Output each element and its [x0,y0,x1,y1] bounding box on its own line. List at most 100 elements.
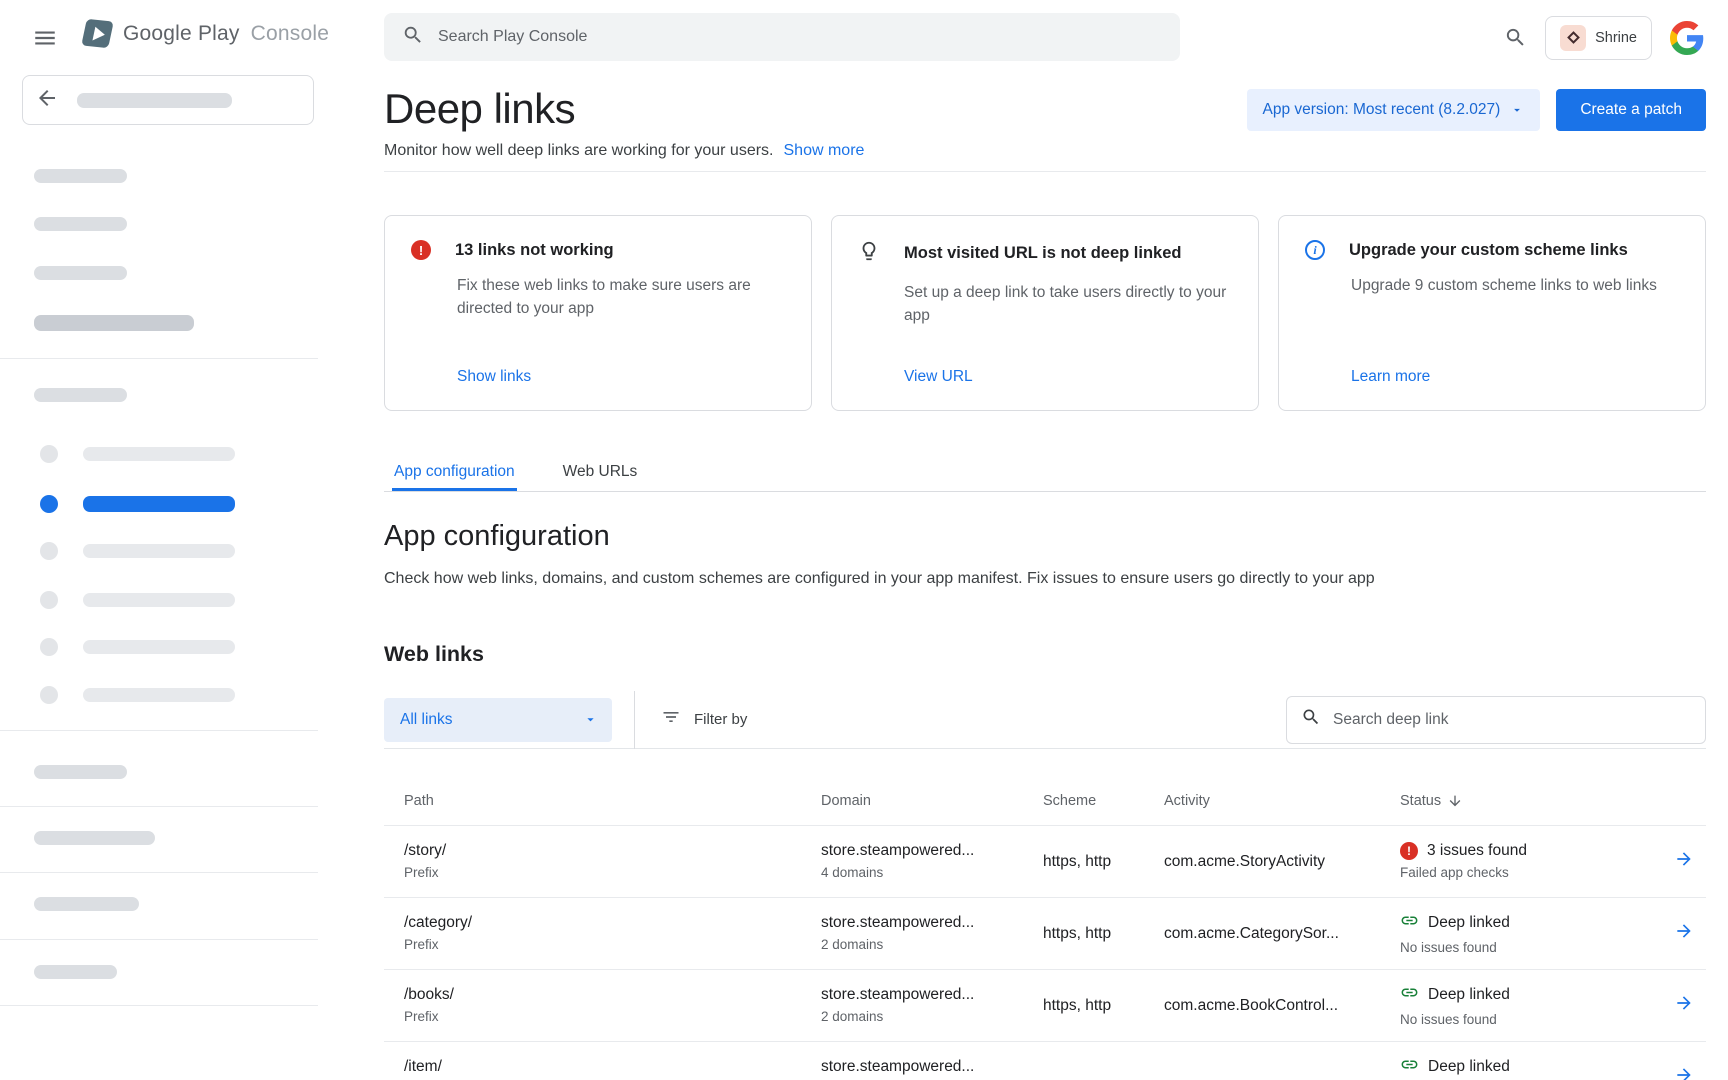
sidebar-skeleton-bar [34,169,127,183]
sidebar-divider [0,872,318,873]
column-header-path: Path [384,793,821,809]
domain-value: store.steampowered... [821,842,1043,860]
back-button[interactable] [22,75,314,125]
table-row[interactable]: /category/ Prefix store.steampowered... … [384,898,1706,970]
section-description: Check how web links, domains, and custom… [384,570,1706,588]
error-icon: ! [411,240,431,260]
toolbar-divider [634,691,635,749]
sidebar-item-icon [40,638,58,656]
google-account-avatar[interactable] [1670,21,1704,55]
card-body: Fix these web links to make sure users a… [457,274,787,320]
path-type: Prefix [404,865,821,882]
page-header: Deep links Monitor how well deep links a… [384,75,1706,172]
card-upgrade-scheme-links: i Upgrade your custom scheme links Upgra… [1278,215,1706,411]
activity-value: com.acme.StoryActivity [1164,853,1400,871]
scheme-value: https, http [1043,997,1164,1015]
arrow-forward-icon[interactable] [1674,993,1694,1018]
table-row[interactable]: /item/ store.steampowered... Deep linked [384,1042,1706,1080]
error-icon: ! [1400,842,1418,860]
link-icon [1400,1055,1419,1079]
column-header-domain: Domain [821,793,1043,809]
tab-web-urls[interactable]: Web URLs [561,456,640,491]
sidebar-skeleton-bar [34,388,127,402]
play-console-app: Google Play Console Shrine [0,0,1728,1080]
card-most-visited-url: Most visited URL is not deep linked Set … [831,215,1259,411]
link-icon [1400,911,1419,935]
lightbulb-icon [858,240,880,267]
domain-count: 4 domains [821,865,1043,882]
card-body: Set up a deep link to take users directl… [904,281,1234,327]
status-detail: No issues found [1400,940,1646,957]
column-header-activity: Activity [1164,793,1400,809]
filter-by-label: Filter by [694,711,747,728]
activity-value: com.acme.CategorySor... [1164,925,1400,943]
info-icon: i [1305,240,1325,260]
logo-text-secondary: Console [251,22,329,45]
play-logo-icon [81,19,113,48]
domain-value: store.steampowered... [821,914,1043,932]
sidebar-item-icon [40,445,58,463]
app-selector-chip[interactable]: Shrine [1545,16,1652,60]
page-subtitle: Monitor how well deep links are working … [384,139,774,163]
sidebar-skeleton-bar [83,544,235,558]
domain-count: 2 domains [821,937,1043,954]
arrow-forward-icon[interactable] [1674,1065,1694,1080]
sidebar-skeleton-bar [34,765,127,779]
topbar-actions: Shrine [1504,0,1704,75]
caret-down-icon [1510,103,1524,117]
path-type: Prefix [404,937,821,954]
sidebar-skeleton-bar [34,217,127,231]
web-links-table: Path Domain Scheme Activity Status /stor… [384,749,1706,1080]
activity-value: com.acme.BookControl... [1164,997,1400,1015]
card-body: Upgrade 9 custom scheme links to web lin… [1351,274,1681,297]
arrow-forward-icon[interactable] [1674,921,1694,946]
show-more-link[interactable]: Show more [784,139,865,163]
deep-link-search[interactable] [1286,696,1706,744]
deep-link-search-input[interactable] [1333,711,1691,729]
sidebar-divider [0,806,318,807]
header-actions: App version: Most recent (8.2.027) Creat… [1247,89,1706,131]
search-icon [402,24,424,51]
sort-descending-icon [1447,793,1463,809]
topbar: Google Play Console Shrine [0,0,1728,75]
links-filter-dropdown[interactable]: All links [384,698,612,742]
global-search[interactable] [384,13,1180,61]
scheme-value: https, http [1043,925,1164,943]
tab-app-configuration[interactable]: App configuration [392,456,517,491]
show-links-link[interactable]: Show links [457,368,787,386]
sidebar [0,75,318,1080]
search-icon-button[interactable] [1504,26,1527,49]
sidebar-skeleton-bar [77,93,232,108]
card-title: Upgrade your custom scheme links [1349,241,1628,260]
scheme-value: https, http [1043,853,1164,871]
learn-more-link[interactable]: Learn more [1351,368,1681,386]
menu-icon[interactable] [32,25,58,51]
global-search-input[interactable] [438,28,1162,46]
create-patch-button[interactable]: Create a patch [1556,89,1706,131]
sidebar-divider [0,1005,318,1006]
arrow-forward-icon[interactable] [1674,849,1694,874]
logo-text-primary: Google Play [123,22,240,45]
column-header-status[interactable]: Status [1400,793,1646,809]
main-content: Deep links Monitor how well deep links a… [384,75,1706,1080]
sidebar-skeleton-bar [34,831,155,845]
path-value: /books/ [404,986,821,1004]
sidebar-skeleton-bar [83,640,235,654]
status-header-label: Status [1400,793,1441,809]
section-title: App configuration [384,520,1706,553]
app-version-dropdown[interactable]: App version: Most recent (8.2.027) [1247,89,1541,131]
web-links-heading: Web links [384,642,1706,667]
column-header-scheme: Scheme [1043,793,1164,809]
table-row[interactable]: /story/ Prefix store.steampowered... 4 d… [384,826,1706,898]
play-console-logo: Google Play Console [84,20,329,47]
filter-by-button[interactable]: Filter by [661,707,747,732]
sidebar-skeleton-bar [34,315,194,331]
sidebar-skeleton-bar [34,266,127,280]
view-url-link[interactable]: View URL [904,368,1234,386]
table-row[interactable]: /books/ Prefix store.steampowered... 2 d… [384,970,1706,1042]
links-filter-label: All links [400,711,453,729]
sidebar-item-icon [40,591,58,609]
app-selector-label: Shrine [1595,30,1637,46]
sidebar-divider [0,730,318,731]
status-value: Deep linked [1428,914,1510,932]
